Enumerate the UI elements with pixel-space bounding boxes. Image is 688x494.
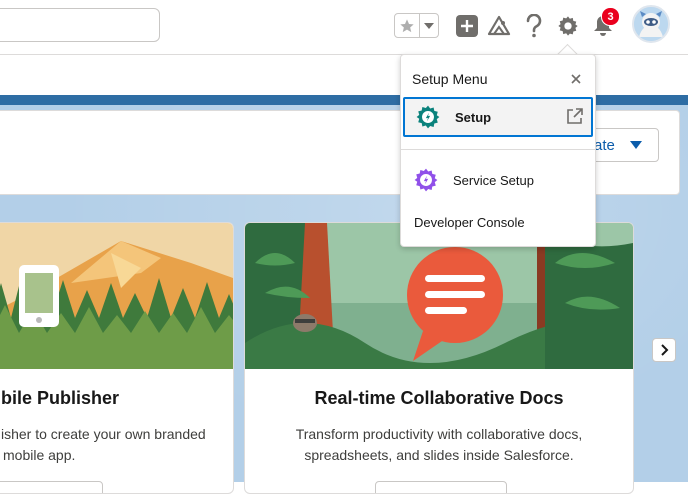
global-header: 3 <box>0 0 688 55</box>
caret-down-icon <box>630 141 642 149</box>
favorites-star-button[interactable] <box>395 14 420 37</box>
setup-menu: Setup Menu Setup Service Setup Developer… <box>400 54 596 247</box>
card-title: Real-time Collaborative Docs <box>314 388 564 408</box>
search-input[interactable] <box>0 8 160 42</box>
trailhead-button[interactable] <box>486 13 512 39</box>
close-menu-button[interactable] <box>569 72 583 86</box>
avatar[interactable] <box>632 5 670 43</box>
menu-item-label: Service Setup <box>453 172 534 188</box>
menu-item-service-setup[interactable]: Service Setup <box>403 164 593 196</box>
card-description: isher to create your own branded mobile … <box>1 424 233 466</box>
global-actions-button[interactable] <box>454 13 480 39</box>
card-title: bile Publisher <box>1 388 120 408</box>
setup-gear-button[interactable] <box>555 13 581 39</box>
astro-avatar-icon <box>634 7 668 41</box>
create-button-label: ate <box>594 137 615 154</box>
gear-icon <box>415 104 441 130</box>
notification-count-badge: 3 <box>601 7 620 26</box>
help-button[interactable] <box>521 13 547 39</box>
gear-icon <box>558 16 578 36</box>
menu-item-label: Developer Console <box>414 214 525 230</box>
trailhead-icon <box>487 15 511 36</box>
card-description-line: Transform productivity with collaborativ… <box>295 426 583 442</box>
setup-menu-title: Setup Menu <box>412 71 488 87</box>
card-description-line: mobile app. <box>3 447 76 463</box>
chevron-down-icon <box>424 22 434 29</box>
star-icon <box>400 18 414 32</box>
menu-item-label: Setup <box>455 109 492 125</box>
external-link-icon <box>567 108 583 124</box>
feature-card[interactable]: Real-time Collaborative Docs Transform p… <box>244 222 634 494</box>
gear-icon <box>413 167 439 193</box>
menu-divider <box>401 149 595 150</box>
menu-item-developer-console[interactable]: Developer Console <box>403 208 593 236</box>
card-description: Transform productivity with collaborativ… <box>245 424 633 466</box>
feature-card[interactable]: bile Publisher isher to create your own … <box>0 222 234 494</box>
favorites-list-button[interactable] <box>420 14 438 37</box>
card-description-line: isher to create your own branded <box>1 426 206 442</box>
card-description-line: spreadsheets, and slides inside Salesfor… <box>304 447 574 463</box>
chevron-right-icon <box>661 344 669 356</box>
close-icon <box>571 74 581 84</box>
carousel-next-button[interactable] <box>652 338 676 362</box>
plus-icon <box>456 15 478 37</box>
favorites-button-group <box>394 13 439 38</box>
help-icon <box>526 14 542 38</box>
card-illustration <box>0 223 233 369</box>
card-action-button[interactable] <box>375 481 507 493</box>
menu-item-setup[interactable]: Setup <box>403 97 593 137</box>
card-action-button[interactable] <box>0 481 103 493</box>
